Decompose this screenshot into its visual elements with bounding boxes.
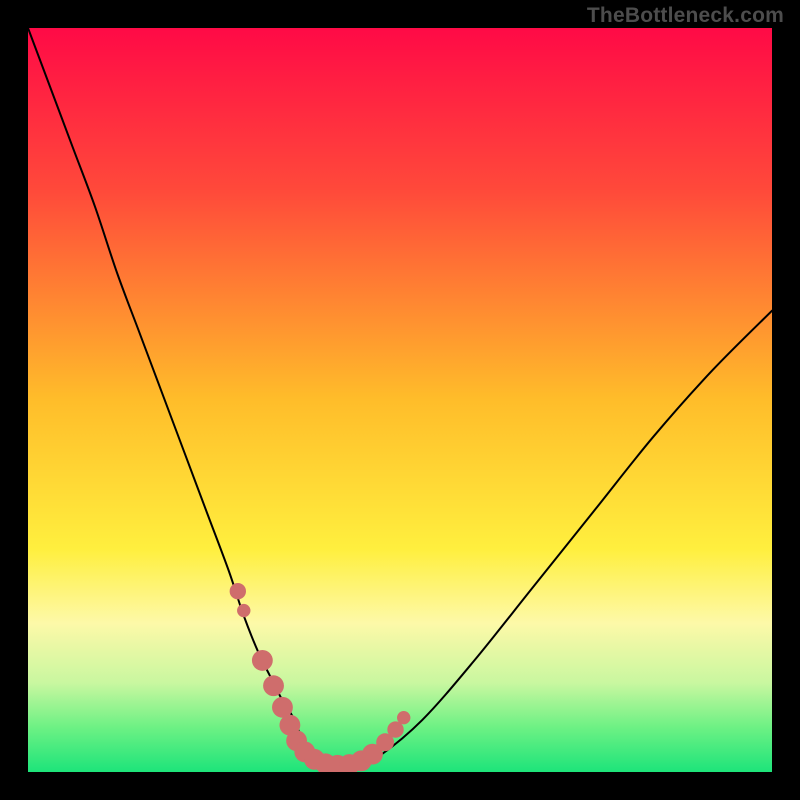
curve-bead — [230, 583, 246, 599]
plot-area — [28, 28, 772, 772]
curve-beads — [230, 583, 411, 772]
chart-frame: TheBottleneck.com — [0, 0, 800, 800]
bottleneck-curve — [28, 28, 772, 767]
curve-bead — [263, 675, 284, 696]
curve-bead — [252, 650, 273, 671]
curve-bead — [397, 711, 410, 724]
curve-bead — [237, 604, 250, 617]
curve-layer — [28, 28, 772, 772]
watermark-text: TheBottleneck.com — [587, 4, 784, 28]
curve-bead — [272, 697, 293, 718]
